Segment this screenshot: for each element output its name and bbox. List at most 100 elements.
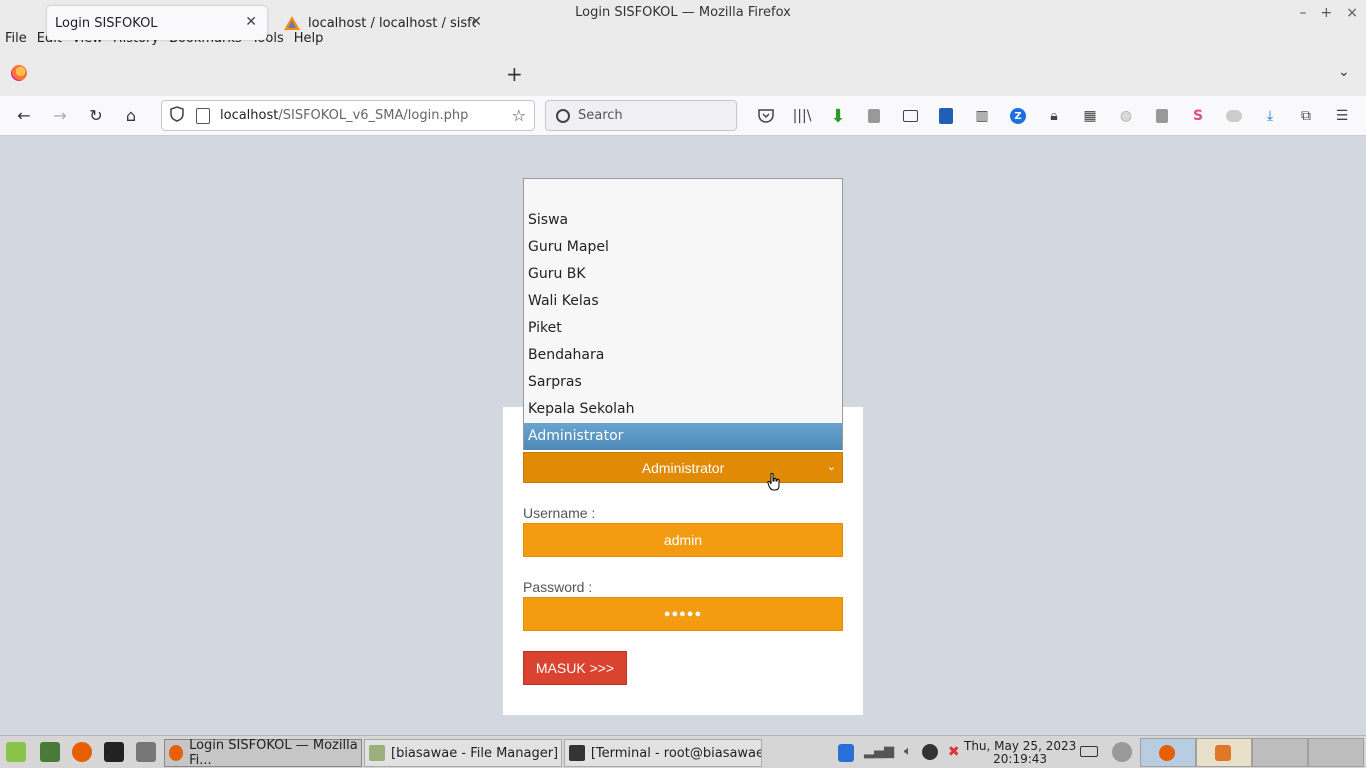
close-window-icon[interactable]: ×	[1346, 0, 1358, 26]
bookmark-star-icon[interactable]: ☆	[512, 106, 526, 125]
terminal-icon	[569, 745, 585, 761]
pocket-icon[interactable]	[756, 106, 776, 126]
task-label: [Terminal - root@biasawae /...	[590, 745, 761, 761]
minimize-icon[interactable]: –	[1300, 0, 1307, 26]
save-blue-icon[interactable]	[936, 106, 956, 126]
system-tray: ▂▄▆ 🔈︎ ✖	[838, 744, 960, 762]
chevron-down-icon[interactable]: ⌄	[1338, 64, 1350, 80]
reload-icon[interactable]: ↻	[86, 106, 106, 125]
extension-toolbar: |||\ ⬇ ▥ Z 🔒︎ ▦ ◍ S ⤓ ⧉ ☰	[756, 106, 1352, 127]
globe-icon[interactable]: ◍	[1116, 106, 1136, 126]
volume-icon[interactable]: 🔈︎	[904, 744, 912, 762]
library-icon[interactable]: |||\	[792, 106, 812, 126]
workspace-2[interactable]	[1196, 738, 1252, 767]
clock[interactable]: Thu, May 25, 2023 20:19:43	[964, 740, 1076, 766]
network-signal-icon[interactable]: ▂▄▆	[864, 744, 894, 762]
sidebar-icon[interactable]	[900, 106, 920, 126]
workspace-1[interactable]	[1140, 738, 1196, 767]
forward-arrow-icon[interactable]: →	[50, 106, 70, 125]
password-value: ●●●●●	[663, 608, 703, 620]
task-file-manager[interactable]: [biasawae - File Manager]	[364, 739, 562, 767]
firefox-icon	[169, 745, 184, 761]
clock-time: 20:19:43	[993, 752, 1048, 766]
workspace-4[interactable]	[1308, 738, 1364, 767]
url-text[interactable]: localhost/SISFOKOL_v6_SMA/login.php	[220, 108, 468, 123]
extension-gray2-icon[interactable]	[1152, 106, 1172, 126]
option-sarpras[interactable]: Sarpras	[524, 369, 842, 396]
search-input[interactable]: Search	[545, 100, 737, 131]
maximize-icon[interactable]: +	[1321, 0, 1333, 26]
colorful-s-icon[interactable]: S	[1188, 106, 1208, 126]
task-terminal[interactable]: [Terminal - root@biasawae /...	[564, 739, 762, 767]
tab-label: Login SISFOKOL	[55, 15, 158, 31]
search-placeholder: Search	[578, 108, 623, 123]
lock-icon[interactable]: 🔒︎	[1044, 106, 1064, 126]
hamburger-menu-icon[interactable]: ☰	[1332, 106, 1352, 126]
close-tab-icon[interactable]: ✕	[245, 14, 257, 30]
firefox-workspace-icon	[1159, 745, 1175, 761]
option-guru-mapel[interactable]: Guru Mapel	[524, 234, 842, 261]
url-path: /SISFOKOL_v6_SMA/login.php	[278, 108, 469, 123]
phpmyadmin-icon	[284, 15, 300, 31]
shield-icon[interactable]	[170, 105, 186, 126]
menu-file[interactable]: File	[5, 31, 27, 46]
firefox-logo-icon[interactable]	[11, 65, 27, 81]
bluetooth-status-icon[interactable]	[921, 744, 938, 760]
terminal-launcher-icon[interactable]	[104, 742, 124, 762]
url-host: localhost	[220, 108, 279, 123]
task-firefox[interactable]: Login SISFOKOL — Mozilla Fi...	[164, 738, 362, 768]
window-controls: – + ×	[1300, 0, 1358, 26]
username-field[interactable]: admin	[523, 523, 843, 557]
tab-phpmyadmin[interactable]: localhost / localhost / sisfokol ✕	[276, 6, 488, 40]
level-select[interactable]: Administrator ⌄	[523, 452, 843, 483]
chevron-down-icon: ⌄	[826, 461, 836, 473]
password-field[interactable]: ●●●●●	[523, 597, 843, 631]
option-blank[interactable]	[524, 179, 842, 207]
show-desktop-icon[interactable]	[40, 742, 60, 762]
option-siswa[interactable]: Siswa	[524, 207, 842, 234]
submit-label: MASUK >>>	[535, 660, 615, 676]
zotero-icon[interactable]: Z	[1008, 106, 1028, 126]
bluetooth-icon[interactable]	[838, 744, 854, 762]
qr-code-icon[interactable]: ▦	[1080, 106, 1100, 126]
home-icon[interactable]: ⌂	[121, 106, 141, 125]
extensions-puzzle-icon[interactable]: ⧉	[1296, 106, 1316, 126]
option-administrator[interactable]: Administrator	[524, 423, 842, 450]
update-error-icon[interactable]: ✖	[948, 744, 960, 762]
workspace-3[interactable]	[1252, 738, 1308, 767]
option-kepala-sekolah[interactable]: Kepala Sekolah	[524, 396, 842, 423]
battery-icon[interactable]	[1080, 746, 1098, 757]
level-select-value: Administrator	[641, 459, 725, 476]
navigation-toolbar: ← → ↻ ⌂ localhost/SISFOKOL_v6_SMA/login.…	[0, 96, 1366, 136]
username-value: admin	[663, 532, 703, 548]
tab-login-sisfokol[interactable]: Login SISFOKOL ✕	[47, 6, 267, 40]
download-green-icon[interactable]: ⬇	[828, 106, 848, 127]
downloads-icon[interactable]: ⤓	[1260, 106, 1280, 126]
power-icon[interactable]	[1112, 742, 1132, 762]
password-label: Password :	[523, 579, 593, 595]
option-guru-bk[interactable]: Guru BK	[524, 261, 842, 288]
mint-menu-icon[interactable]	[6, 742, 26, 762]
taskbar: Login SISFOKOL — Mozilla Fi... [biasawae…	[0, 735, 1366, 768]
option-wali-kelas[interactable]: Wali Kelas	[524, 288, 842, 315]
settings-workspace-icon	[1215, 745, 1231, 761]
level-dropdown-list: Siswa Guru Mapel Guru BK Wali Kelas Pike…	[523, 178, 843, 450]
task-label: [biasawae - File Manager]	[391, 745, 559, 761]
back-arrow-icon[interactable]: ←	[14, 106, 34, 125]
files-launcher-icon[interactable]	[136, 742, 156, 762]
username-label: Username :	[523, 505, 596, 521]
extension-gray-icon[interactable]	[864, 106, 884, 126]
grid-icon[interactable]: ▥	[972, 106, 992, 126]
task-label: Login SISFOKOL — Mozilla Fi...	[189, 738, 358, 768]
firefox-launcher-icon[interactable]	[72, 742, 92, 762]
option-piket[interactable]: Piket	[524, 315, 842, 342]
submit-button[interactable]: MASUK >>>	[523, 651, 627, 685]
page-info-icon[interactable]	[196, 107, 210, 124]
new-tab-icon[interactable]: +	[506, 62, 523, 86]
address-bar[interactable]: localhost/SISFOKOL_v6_SMA/login.php ☆	[161, 100, 535, 131]
close-tab-icon[interactable]: ✕	[470, 14, 482, 30]
record-icon[interactable]	[1224, 106, 1244, 126]
login-card: Administrator ⌄ Username : admin Passwor…	[503, 407, 863, 715]
hand-cursor-icon	[767, 472, 781, 491]
option-bendahara[interactable]: Bendahara	[524, 342, 842, 369]
